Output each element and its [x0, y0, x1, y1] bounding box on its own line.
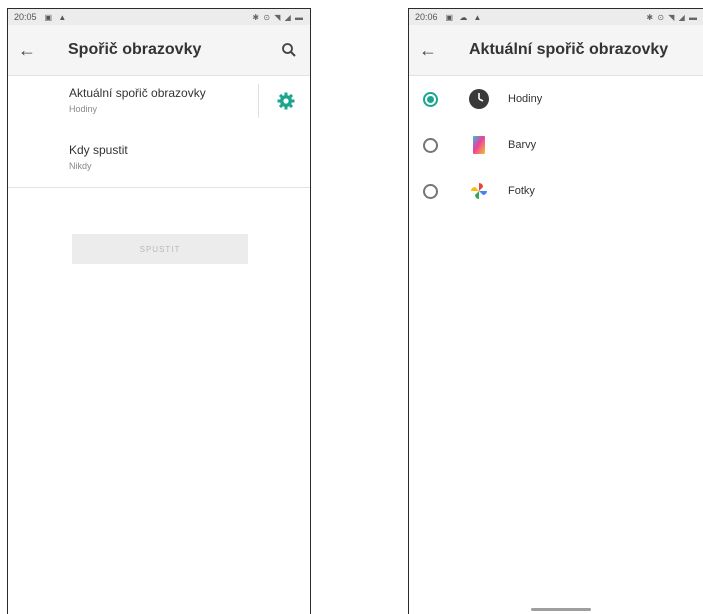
- notification-icons: ▣ ☁ ▲: [445, 12, 484, 22]
- page-title: Aktuální spořič obrazovky: [469, 41, 669, 58]
- option-barvy[interactable]: Barvy: [409, 122, 703, 168]
- start-button[interactable]: SPUSTIT: [72, 234, 248, 264]
- photos-pinwheel-icon: [468, 180, 490, 202]
- pref-summary: Nikdy: [69, 161, 92, 171]
- pref-title: Kdy spustit: [69, 143, 128, 157]
- radio-selected[interactable]: [423, 91, 438, 107]
- page-title: Spořič obrazovky: [68, 41, 202, 58]
- app-bar: ← Spořič obrazovky: [8, 25, 310, 76]
- option-label: Hodiny: [508, 93, 543, 105]
- search-icon[interactable]: [280, 41, 298, 59]
- app-bar: ← Aktuální spořič obrazovky: [409, 25, 703, 76]
- system-status-icons: ✱ ⊙ ◥ ◢ ▬: [646, 12, 698, 22]
- back-arrow-icon[interactable]: ←: [419, 40, 437, 61]
- screen-saver-settings-screen: 20:05 ▣ ▲ ✱ ⊙ ◥ ◢ ▬ ← Spořič obrazovky A…: [7, 8, 311, 614]
- notification-icons: ▣ ▲: [44, 12, 69, 22]
- colors-icon: [468, 134, 490, 156]
- current-screensaver-screen: 20:06 ▣ ☁ ▲ ✱ ⊙ ◥ ◢ ▬ ← Aktuální spořič …: [408, 8, 703, 614]
- pref-title: Aktuální spořič obrazovky: [69, 86, 206, 100]
- status-time: 20:06: [415, 12, 438, 22]
- status-time: 20:05: [14, 12, 37, 22]
- status-bar: 20:06 ▣ ☁ ▲ ✱ ⊙ ◥ ◢ ▬: [409, 9, 703, 25]
- radio-unselected[interactable]: [423, 183, 438, 199]
- system-status-icons: ✱ ⊙ ◥ ◢ ▬: [252, 12, 304, 22]
- when-to-start-pref[interactable]: Kdy spustit Nikdy: [8, 133, 310, 188]
- pref-summary: Hodiny: [69, 104, 98, 114]
- current-screensaver-pref[interactable]: Aktuální spořič obrazovky Hodiny: [8, 76, 310, 133]
- option-fotky[interactable]: Fotky: [409, 168, 703, 214]
- gesture-nav-pill[interactable]: [531, 608, 591, 611]
- divider: [258, 84, 259, 118]
- option-label: Fotky: [508, 185, 535, 197]
- option-hodiny[interactable]: Hodiny: [409, 76, 703, 122]
- status-bar: 20:05 ▣ ▲ ✱ ⊙ ◥ ◢ ▬: [8, 9, 310, 25]
- back-arrow-icon[interactable]: ←: [18, 40, 36, 61]
- radio-unselected[interactable]: [423, 137, 438, 153]
- gear-icon[interactable]: [276, 91, 296, 111]
- option-label: Barvy: [508, 139, 537, 151]
- clock-icon: [468, 88, 490, 110]
